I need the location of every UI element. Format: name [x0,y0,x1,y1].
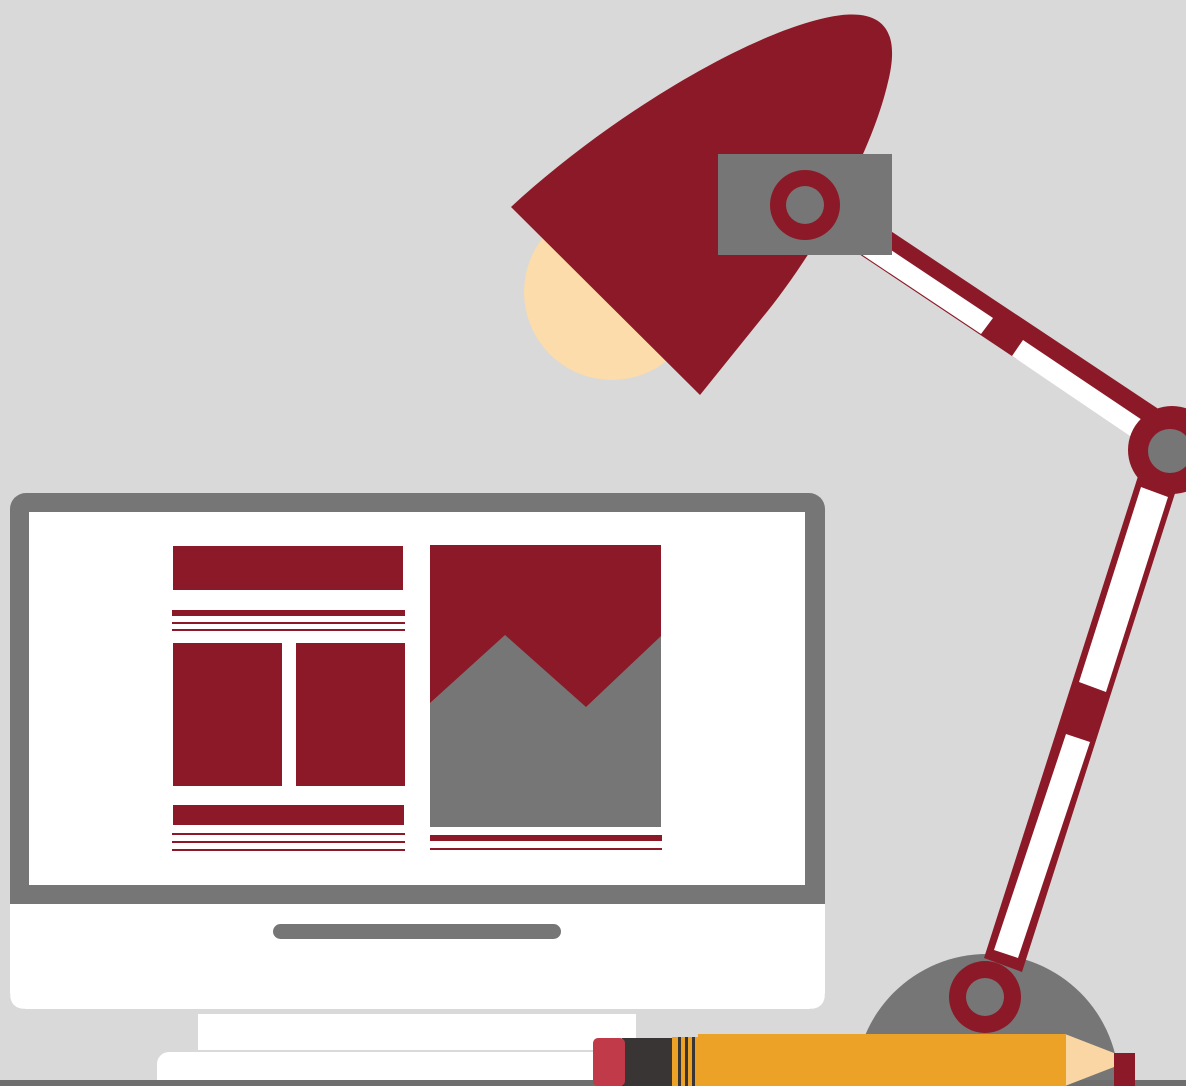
desk-scene [0,0,1186,1086]
pencil-eraser [593,1038,625,1086]
pencil-body [698,1034,1066,1086]
pencil-icon [593,1034,1135,1086]
monitor-chin [10,904,825,1009]
monitor-icon [10,493,825,1086]
monitor-chin-slot [273,924,561,939]
pencil-cap [1114,1053,1135,1086]
screen-image-placeholder [430,545,662,850]
pencil-ferrule [622,1038,672,1086]
monitor-screen [29,512,805,885]
monitor-stand-neck [198,1014,636,1050]
